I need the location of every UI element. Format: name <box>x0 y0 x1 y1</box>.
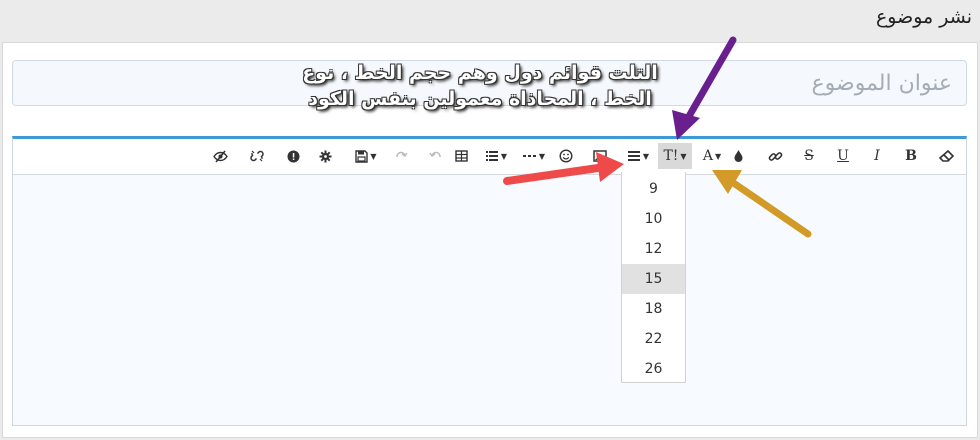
redo-button[interactable] <box>389 143 413 169</box>
save-icon <box>355 149 369 163</box>
caret-down-icon: ▼ <box>538 151 546 161</box>
caret-down-icon: ▼ <box>642 151 650 161</box>
font-size-button[interactable]: T! ▼ <box>658 143 692 169</box>
link-button[interactable] <box>763 143 787 169</box>
font-size-option[interactable]: 10 <box>622 204 685 234</box>
unlink-icon <box>250 150 264 162</box>
list-button[interactable]: ▼ <box>480 143 512 169</box>
droplet-icon <box>734 150 742 162</box>
font-size-option[interactable]: 22 <box>622 324 685 354</box>
eye-slash-icon <box>212 149 228 163</box>
eraser-icon <box>938 150 954 162</box>
save-button[interactable]: ▼ <box>350 143 382 169</box>
font-size-option[interactable]: 15 <box>622 264 685 294</box>
font-size-option[interactable]: 26 <box>622 354 685 384</box>
page-title: نشر موضوع <box>875 6 972 28</box>
table-button[interactable] <box>449 143 473 169</box>
font-family-button[interactable]: A ▼ <box>699 143 725 169</box>
italic-button[interactable]: I <box>865 143 889 169</box>
undo-button[interactable] <box>423 143 447 169</box>
font-size-label: T! <box>663 148 679 164</box>
undo-icon <box>428 151 441 157</box>
caret-down-icon: ▼ <box>714 151 722 161</box>
font-size-dropdown: 9 10 12 15 18 22 26 <box>621 172 686 383</box>
redo-icon <box>395 151 408 157</box>
font-size-option[interactable]: 12 <box>622 234 685 264</box>
image-icon <box>593 150 607 162</box>
link-icon <box>768 151 782 161</box>
bold-button[interactable]: B <box>899 143 923 169</box>
annotation-caption: التلت قوائم دول وهم حجم الخط ، نوع الخط … <box>302 62 658 110</box>
align-icon <box>627 151 640 161</box>
font-size-option[interactable]: 18 <box>622 294 685 324</box>
underline-button[interactable]: U <box>831 143 855 169</box>
alert-icon <box>287 150 299 162</box>
font-size-options: 9 10 12 15 18 22 26 <box>622 172 685 384</box>
caret-down-icon: ▼ <box>500 151 508 161</box>
list-icon <box>485 151 498 161</box>
preview-button[interactable] <box>208 143 232 169</box>
alert-button[interactable] <box>281 143 305 169</box>
table-icon <box>454 150 468 162</box>
rich-text-editor[interactable]: B I U S A ▼ T! ▼ ▼ ▼ ▼ ▼ <box>12 136 967 426</box>
image-button[interactable] <box>588 143 612 169</box>
align-button[interactable]: ▼ <box>622 143 654 169</box>
font-label: A <box>702 148 713 164</box>
strike-button[interactable]: S <box>797 143 821 169</box>
caret-down-icon: ▼ <box>680 151 687 161</box>
smiley-icon <box>559 149 573 163</box>
editor-toolbar: B I U S A ▼ T! ▼ ▼ ▼ ▼ ▼ <box>13 139 966 175</box>
text-color-button[interactable] <box>726 143 750 169</box>
settings-button[interactable] <box>313 143 337 169</box>
horizontal-rule-button[interactable]: ▼ <box>518 143 550 169</box>
unlink-button[interactable] <box>245 143 269 169</box>
caret-down-icon: ▼ <box>370 151 377 161</box>
gear-icon <box>319 150 331 162</box>
eraser-button[interactable] <box>933 143 959 169</box>
dots-icon <box>522 155 536 157</box>
font-size-option[interactable]: 9 <box>622 174 685 204</box>
emoji-button[interactable] <box>554 143 578 169</box>
